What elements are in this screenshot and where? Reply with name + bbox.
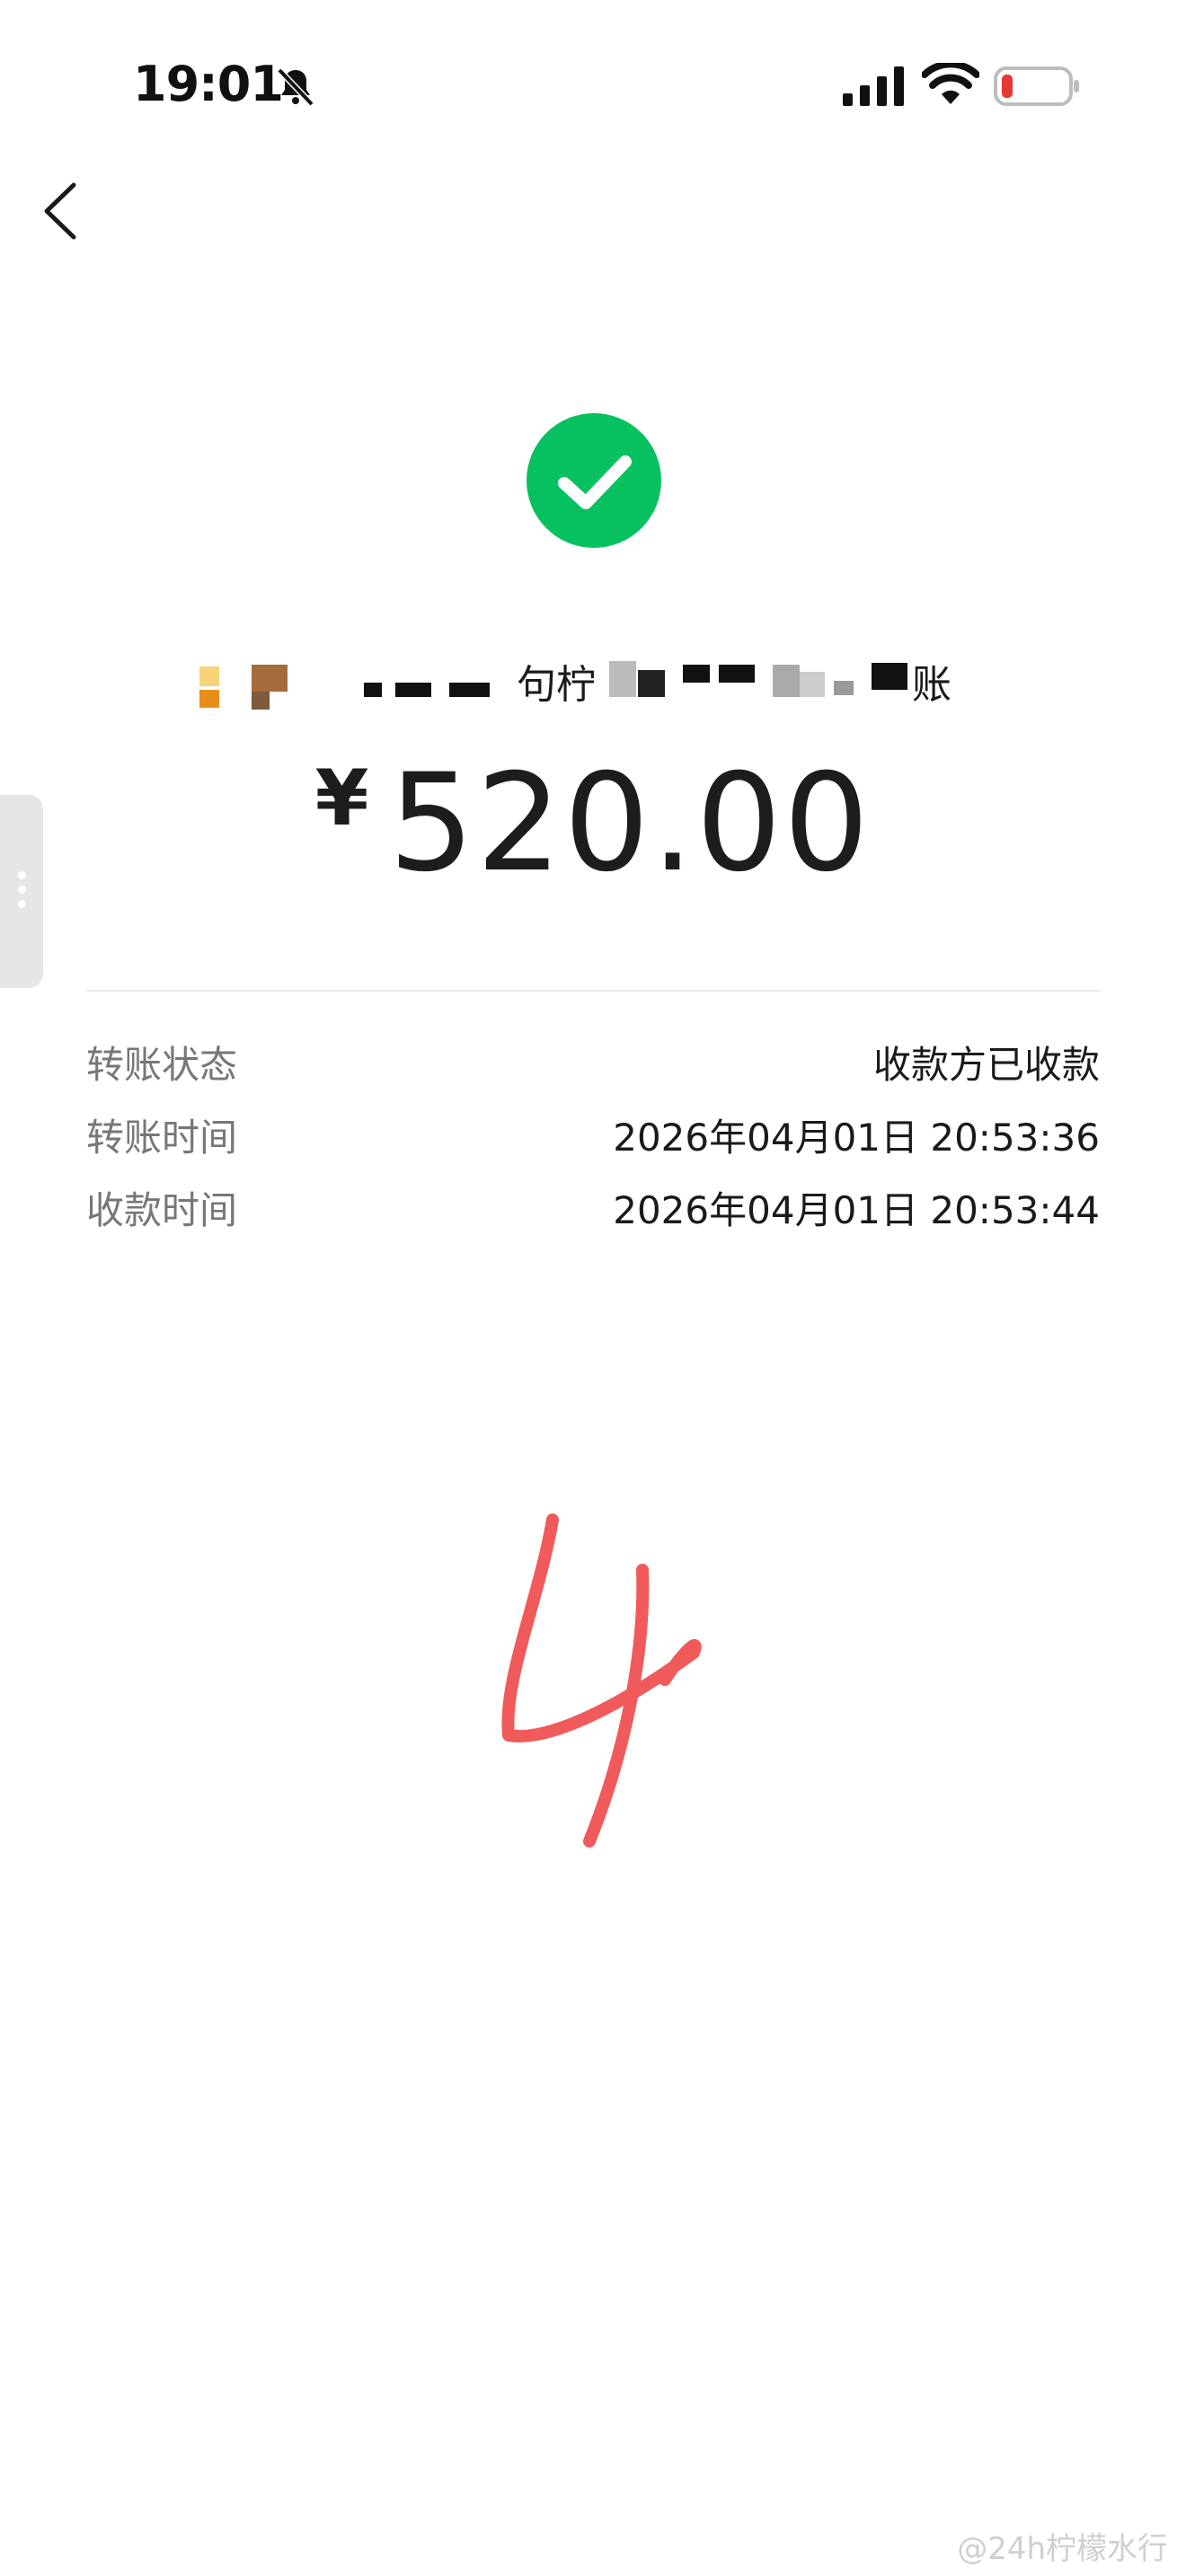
pixelated-block — [638, 670, 665, 697]
transfer-amount: ¥520.00 — [0, 745, 1186, 902]
description-text-tail: 账 — [912, 662, 951, 708]
watermark: @24h柠檬水行 — [957, 2531, 1168, 2567]
cellular-signal-icon — [843, 66, 904, 106]
handle-dot-icon — [18, 886, 26, 894]
status-time: 19:01 — [133, 56, 284, 112]
handle-dot-icon — [18, 900, 26, 908]
pixelated-block — [800, 672, 825, 697]
detail-value: 2026年04月01日 20:53:36 — [613, 1116, 1100, 1160]
pixelated-block — [364, 683, 382, 697]
battery-low-icon — [994, 66, 1079, 106]
pixelated-block — [872, 663, 907, 690]
amount-value: 520.00 — [388, 745, 872, 902]
floating-side-handle[interactable] — [0, 795, 43, 988]
detail-row-status: 转账状态 收款方已收款 — [86, 1035, 1100, 1089]
pixelated-block — [252, 692, 270, 710]
success-check-icon — [527, 413, 661, 548]
pixelated-block — [199, 690, 219, 708]
pixelated-block — [449, 683, 490, 697]
detail-value: 2026年04月01日 20:53:44 — [613, 1188, 1100, 1232]
detail-label: 转账状态 — [86, 1043, 238, 1087]
transfer-description: 句柠 账 — [180, 645, 1024, 726]
detail-value: 收款方已收款 — [872, 1043, 1100, 1087]
bell-muted-icon — [277, 67, 314, 107]
pixelated-block — [252, 665, 288, 692]
pixelated-block — [834, 681, 854, 695]
handle-dot-icon — [18, 871, 26, 879]
pixelated-block — [609, 661, 636, 697]
description-text: 句柠 — [517, 662, 596, 708]
detail-label: 收款时间 — [86, 1188, 238, 1232]
wifi-icon — [922, 63, 979, 104]
pixelated-block — [719, 665, 755, 683]
pixelated-block — [395, 683, 431, 697]
detail-row-receive-time: 收款时间 2026年04月01日 20:53:44 — [86, 1180, 1100, 1234]
divider — [86, 990, 1100, 992]
pixelated-block — [683, 665, 710, 683]
pixelated-block — [773, 665, 800, 697]
back-button[interactable] — [40, 181, 81, 241]
currency-symbol: ¥ — [314, 754, 371, 843]
detail-row-transfer-time: 转账时间 2026年04月01日 20:53:36 — [86, 1107, 1100, 1161]
detail-label: 转账时间 — [86, 1116, 238, 1160]
pixelated-block — [199, 666, 219, 686]
handwritten-number-annotation — [501, 1513, 702, 1848]
